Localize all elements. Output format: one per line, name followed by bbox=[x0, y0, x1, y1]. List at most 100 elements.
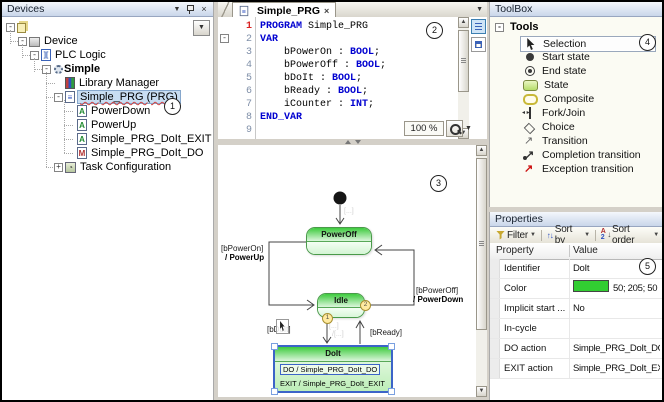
tool-label: Fork/Join bbox=[542, 107, 586, 119]
tree-expander-icon[interactable]: - bbox=[42, 64, 51, 74]
fold-collapse-icon[interactable]: - bbox=[220, 34, 229, 43]
code-line-6[interactable]: 6 bReady : BOOL; bbox=[218, 85, 457, 98]
column-value[interactable]: Value bbox=[573, 243, 598, 259]
tree-expander-icon[interactable]: - bbox=[18, 36, 27, 46]
property-value[interactable]: Simple_PRG_DoIt_DO bbox=[573, 339, 660, 358]
devices-panel-header: Devices ▼ × bbox=[2, 2, 213, 17]
properties-grid-header: Property Value bbox=[490, 243, 662, 260]
scroll-up-icon[interactable]: ▲ bbox=[476, 145, 487, 156]
property-row-identifier: Identifier DoIt bbox=[490, 259, 662, 279]
scroll-up-icon[interactable]: ▲ bbox=[458, 17, 469, 28]
zoom-dropdown-icon[interactable]: ▼ bbox=[465, 125, 472, 132]
tab-list-dropdown-icon[interactable]: ▼ bbox=[476, 6, 483, 13]
action-powerup[interactable]: / PowerUp bbox=[225, 253, 264, 262]
state-doit[interactable]: DoIt DO / Simple_PRG_DoIt_DO EXIT / Simp… bbox=[273, 345, 393, 393]
textual-view-button[interactable] bbox=[471, 19, 486, 34]
code-line-5[interactable]: 5 bDoIt : BOOL; bbox=[218, 72, 457, 85]
selection-handle[interactable] bbox=[271, 343, 278, 350]
tool-state[interactable]: State bbox=[520, 78, 656, 92]
diagram-vertical-scrollbar[interactable]: ▲ ▼ bbox=[476, 145, 487, 397]
tree-expander-icon[interactable]: - bbox=[6, 22, 15, 32]
property-value[interactable]: Simple_PRG_DoIt_EXIT bbox=[573, 359, 660, 378]
sort-by-icon: ↑↓ bbox=[546, 230, 554, 240]
tool-completion-transition[interactable]: Completion transition bbox=[520, 148, 656, 162]
st-code-editor[interactable]: 1 PROGRAM Simple_PRG 2 VAR 3 bPowerOn : BOOL… bbox=[218, 17, 487, 139]
column-divider[interactable] bbox=[569, 245, 570, 257]
doit-do-action[interactable]: DO / Simple_PRG_DoIt_DO bbox=[280, 364, 381, 375]
end-state-icon bbox=[523, 65, 536, 77]
tree-item-simple-prg-doit-exit[interactable]: A Simple_PRG_DoIt_EXIT bbox=[2, 132, 213, 146]
selection-handle[interactable] bbox=[388, 343, 395, 350]
tree-item-powerdown[interactable]: A PowerDown bbox=[2, 104, 213, 118]
code-line-3[interactable]: 3 bPowerOn : BOOL; bbox=[218, 46, 457, 59]
guard-bready[interactable]: [bReady] bbox=[370, 328, 402, 337]
tool-label: Completion transition bbox=[542, 149, 641, 161]
zoom-button[interactable] bbox=[446, 120, 463, 137]
device-selector-dropdown[interactable]: ▼ bbox=[193, 20, 210, 36]
column-property[interactable]: Property bbox=[496, 243, 534, 259]
state-poweroff[interactable]: PowerOff bbox=[306, 227, 372, 255]
selection-handle[interactable] bbox=[388, 388, 395, 395]
code-token: PROGRAM bbox=[260, 21, 303, 32]
scrollbar-thumb[interactable] bbox=[458, 30, 469, 92]
action-powerdown[interactable]: / PowerDown bbox=[413, 295, 463, 304]
filter-button[interactable]: Filter ▼ bbox=[493, 230, 539, 241]
color-swatch[interactable] bbox=[573, 280, 609, 292]
tool-start-state[interactable]: Start state bbox=[520, 50, 656, 64]
column-divider bbox=[569, 259, 570, 278]
tree-expander-icon[interactable]: + bbox=[54, 162, 63, 172]
tree-item-plc-logic[interactable]: -][PLC Logic bbox=[2, 48, 213, 62]
tree-expander-icon[interactable]: - bbox=[30, 50, 39, 60]
tree-item-task-configuration[interactable]: + ◔ Task Configuration bbox=[2, 160, 213, 174]
code-token: bPowerOff : bbox=[260, 60, 357, 71]
tab-close-icon[interactable]: × bbox=[324, 6, 329, 16]
toolbox-group-tools[interactable]: - Tools bbox=[495, 21, 539, 33]
pin-icon[interactable] bbox=[184, 4, 196, 15]
code-token: bDoIt : bbox=[260, 73, 333, 84]
selection-handle[interactable] bbox=[271, 388, 278, 395]
tool-transition[interactable]: Transition bbox=[520, 134, 656, 148]
panel-menu-icon[interactable]: ▼ bbox=[171, 4, 183, 15]
tool-composite[interactable]: Composite bbox=[520, 92, 656, 106]
close-icon[interactable]: × bbox=[198, 4, 210, 15]
code-line-4[interactable]: 4 bPowerOff : BOOL; bbox=[218, 59, 457, 72]
tree-item-simple-prg-doit-do[interactable]: M Simple_PRG_DoIt_DO bbox=[2, 146, 213, 160]
tool-exception-transition[interactable]: Exception transition bbox=[520, 162, 656, 176]
tool-fork-join[interactable]: Fork/Join bbox=[520, 106, 656, 120]
guard-bpoweroff[interactable]: [bPowerOff] bbox=[416, 286, 458, 295]
tree-item-root[interactable]: - bbox=[2, 20, 213, 34]
toolbox-body: - Tools Selection Start state End state Sta… bbox=[490, 18, 662, 207]
initial-state-node[interactable] bbox=[333, 191, 347, 205]
uml-statechart-canvas[interactable]: PowerOff Idle DoIt DO / Simple_PRG_DoIt_… bbox=[218, 145, 487, 397]
code-line-2[interactable]: 2 VAR bbox=[218, 33, 457, 46]
guard-bpoweron[interactable]: [bPowerOn] bbox=[221, 244, 263, 253]
tree-item-simple[interactable]: - Simple bbox=[2, 62, 213, 76]
transition-poweroff-idle[interactable] bbox=[268, 241, 313, 306]
tool-choice[interactable]: Choice bbox=[520, 120, 656, 134]
selection-cursor-icon bbox=[276, 319, 289, 334]
tabular-view-button[interactable] bbox=[471, 37, 486, 52]
property-value[interactable]: 50; 205; 50 bbox=[573, 279, 660, 298]
zoom-level[interactable]: 100 % bbox=[404, 121, 444, 136]
doit-exit-action[interactable]: EXIT / Simple_PRG_DoIt_EXIT bbox=[280, 379, 385, 388]
tab-simple-prg[interactable]: ≡ Simple_PRG × bbox=[232, 2, 337, 18]
code-text: bDoIt : BOOL; bbox=[260, 72, 362, 85]
tree-expander-icon[interactable]: - bbox=[54, 92, 63, 102]
code-line-1[interactable]: 1 PROGRAM Simple_PRG bbox=[218, 20, 457, 33]
tree-item-device[interactable]: - Device bbox=[2, 34, 213, 48]
tool-end-state[interactable]: End state bbox=[520, 64, 656, 78]
code-line-7[interactable]: 7 iCounter : INT; bbox=[218, 98, 457, 111]
app-icon bbox=[54, 64, 63, 74]
transition-idle-poweroff[interactable] bbox=[365, 249, 415, 306]
line-number: 8 bbox=[245, 112, 252, 123]
property-value[interactable]: No bbox=[573, 299, 660, 318]
collapse-icon[interactable]: - bbox=[495, 22, 504, 32]
tree-item-powerup[interactable]: A PowerUp bbox=[2, 118, 213, 132]
tree-item-simple-prg[interactable]: - ≡ Simple_PRG (PRG) bbox=[2, 90, 213, 104]
start-state-icon bbox=[523, 51, 536, 63]
tree-item-label: Simple bbox=[64, 63, 101, 75]
tree-item-label: PLC Logic bbox=[55, 49, 106, 61]
scroll-down-icon[interactable]: ▼ bbox=[476, 386, 487, 397]
scrollbar-thumb[interactable] bbox=[476, 158, 487, 330]
tree-item-library-manager[interactable]: Library Manager bbox=[2, 76, 213, 90]
